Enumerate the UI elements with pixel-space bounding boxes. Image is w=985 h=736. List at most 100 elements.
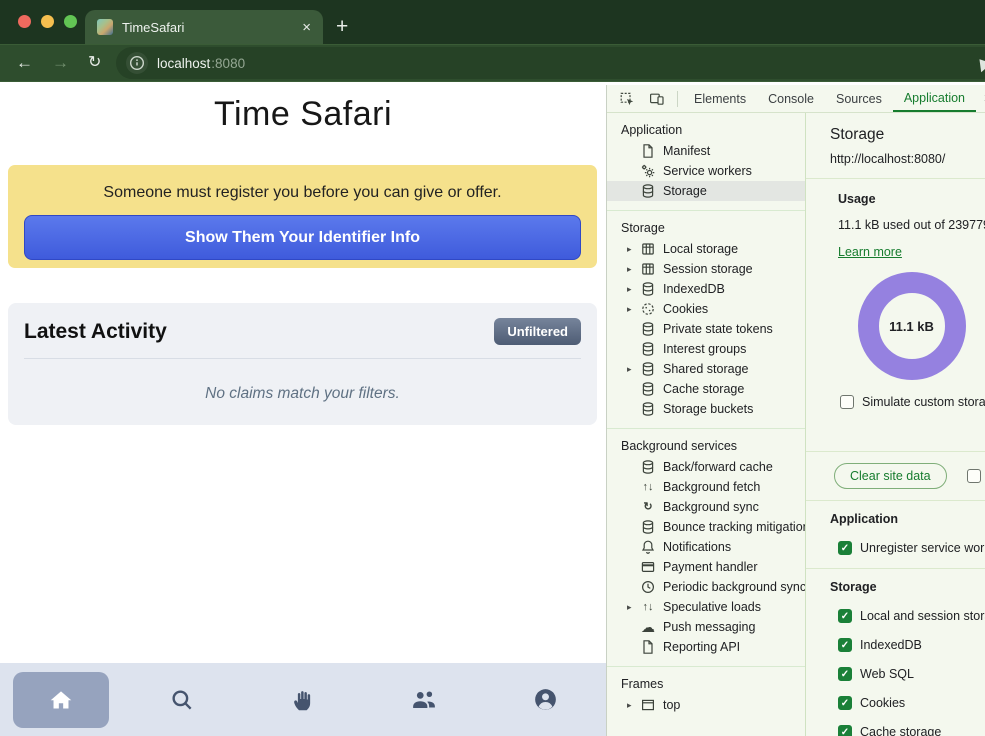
divider (677, 91, 678, 107)
expand-arrow-icon[interactable]: ▸ (627, 244, 640, 255)
tab-console[interactable]: Console (757, 85, 825, 112)
minimize-window-button[interactable] (41, 15, 54, 28)
tab-application[interactable]: Application (893, 85, 976, 112)
sidebar-item-indexeddb[interactable]: ▸ IndexedDB (607, 279, 805, 299)
database-icon (640, 459, 656, 475)
sidebar-item-payment-handler[interactable]: Payment handler (607, 557, 805, 577)
sidebar-item-background-fetch[interactable]: ↑↓ Background fetch (607, 477, 805, 497)
sidebar-section-storage: Storage ▸ Local storage ▸ Session storag… (607, 211, 805, 429)
usage-heading: Usage (838, 192, 985, 206)
sidebar-item-storage[interactable]: Storage (607, 181, 805, 201)
close-window-button[interactable] (18, 15, 31, 28)
back-icon[interactable]: ← (16, 45, 33, 81)
show-identifier-button[interactable]: Show Them Your Identifier Info (24, 215, 581, 260)
section-header: Storage (607, 218, 805, 239)
tab-sources[interactable]: Sources (825, 85, 893, 112)
nav-contacts[interactable] (364, 663, 485, 736)
bottom-navigation (0, 663, 606, 736)
new-tab-button[interactable]: + (336, 10, 348, 44)
sidebar-item-service-workers[interactable]: Service workers (607, 161, 805, 181)
database-icon (640, 183, 656, 199)
nav-projects[interactable] (242, 663, 363, 736)
usage-section: Usage 11.1 kB used out of 239779 Learn m… (806, 179, 985, 452)
sidebar-item-notifications[interactable]: Notifications (607, 537, 805, 557)
expand-arrow-icon[interactable]: ▸ (627, 700, 640, 711)
expand-arrow-icon[interactable]: ▸ (627, 602, 640, 613)
sidebar-item-reporting-api[interactable]: Reporting API (607, 637, 805, 657)
simulate-quota-checkbox[interactable] (840, 395, 854, 409)
indexeddb-checkbox[interactable]: ✓ (838, 638, 852, 652)
maximize-window-button[interactable] (64, 15, 77, 28)
registration-alert: Someone must register you before you can… (8, 165, 597, 268)
reload-icon[interactable]: ↻ (88, 45, 101, 81)
nav-home-active-pill[interactable] (13, 672, 109, 728)
unfiltered-button[interactable]: Unfiltered (494, 318, 581, 345)
gears-icon (640, 163, 656, 179)
application-heading: Application (830, 512, 985, 526)
nav-home[interactable] (0, 663, 121, 736)
divider (24, 358, 581, 359)
section-header: Application (607, 120, 805, 141)
nav-search[interactable] (121, 663, 242, 736)
websql-checkbox[interactable]: ✓ (838, 667, 852, 681)
expand-arrow-icon[interactable]: ▸ (627, 284, 640, 295)
tab-close-icon[interactable]: × (302, 19, 311, 36)
sidebar-item-top-frame[interactable]: ▸ top (607, 695, 805, 715)
inspect-element-icon[interactable] (607, 85, 642, 112)
database-icon (640, 321, 656, 337)
expand-arrow-icon[interactable]: ▸ (627, 364, 640, 375)
latest-activity-title: Latest Activity (24, 320, 167, 344)
sidebar-item-private-state-tokens[interactable]: Private state tokens (607, 319, 805, 339)
cookies-checkbox[interactable]: ✓ (838, 696, 852, 710)
sidebar-item-push-messaging[interactable]: ☁ Push messaging (607, 617, 805, 637)
sidebar-item-background-sync[interactable]: ↻ Background sync (607, 497, 805, 517)
url-host: localhost (157, 56, 210, 71)
sidebar-item-shared-storage[interactable]: ▸ Shared storage (607, 359, 805, 379)
sidebar-item-back-forward-cache[interactable]: Back/forward cache (607, 457, 805, 477)
sidebar-item-bounce-tracking-mitigation[interactable]: Bounce tracking mitigation (607, 517, 805, 537)
panel-origin: http://localhost:8080/ (830, 152, 985, 166)
including-cookies-checkbox[interactable] (967, 469, 981, 483)
sidebar-item-periodic-background-sync[interactable]: Periodic background sync (607, 577, 805, 597)
sidebar-item-manifest[interactable]: Manifest (607, 141, 805, 161)
panel-title: Storage (830, 126, 985, 144)
tab-elements[interactable]: Elements (683, 85, 757, 112)
indexeddb-row: ✓ IndexedDB (838, 638, 985, 652)
frame-icon (640, 697, 656, 713)
local-session-checkbox[interactable]: ✓ (838, 609, 852, 623)
forward-icon[interactable]: → (52, 45, 69, 81)
sidebar-item-local-storage[interactable]: ▸ Local storage (607, 239, 805, 259)
browser-tab[interactable]: TimeSafari × (85, 10, 323, 44)
unregister-row: ✓ Unregister service workers (838, 541, 985, 555)
site-info-icon[interactable] (126, 52, 148, 74)
sidebar-item-speculative-loads[interactable]: ▸ ↑↓ Speculative loads (607, 597, 805, 617)
websql-row: ✓ Web SQL (838, 667, 985, 681)
nav-profile[interactable] (485, 663, 606, 736)
device-toolbar-icon[interactable] (642, 85, 672, 112)
simulate-quota-row: Simulate custom storage quota (840, 395, 985, 409)
sidebar-item-interest-groups[interactable]: Interest groups (607, 339, 805, 359)
browser-window: TimeSafari × + ← → ↻ localhost :8080 Tim… (0, 0, 985, 736)
application-clear-section: Application ✓ Unregister service workers (806, 501, 985, 569)
expand-arrow-icon[interactable]: ▸ (627, 264, 640, 275)
sidebar-section-application: Application Manifest Service workers (607, 113, 805, 211)
sidebar-item-cache-storage[interactable]: Cache storage (607, 379, 805, 399)
expand-arrow-icon[interactable]: ▸ (627, 304, 640, 315)
sidebar-item-storage-buckets[interactable]: Storage buckets (607, 399, 805, 419)
usage-donut-chart: 11.1 kB (858, 272, 966, 380)
up-down-arrows-icon: ↑↓ (640, 479, 656, 495)
url-bar[interactable]: localhost :8080 (116, 47, 985, 79)
sidebar-item-session-storage[interactable]: ▸ Session storage (607, 259, 805, 279)
unregister-checkbox[interactable]: ✓ (838, 541, 852, 555)
devtools-panel: Elements Console Sources Application › A… (606, 85, 985, 736)
window-controls (18, 15, 77, 28)
storage-panel: Storage http://localhost:8080/ Usage 11.… (806, 113, 985, 736)
cache-storage-checkbox[interactable]: ✓ (838, 725, 852, 736)
usage-text: 11.1 kB used out of 239779 (838, 218, 985, 232)
sidebar-item-cookies[interactable]: ▸ Cookies (607, 299, 805, 319)
browser-tab-bar: TimeSafari × + (0, 0, 985, 44)
clear-site-data-button[interactable]: Clear site data (834, 463, 947, 489)
learn-more-link[interactable]: Learn more (838, 245, 902, 259)
tab-favicon (97, 19, 113, 35)
cloud-icon: ☁ (640, 619, 656, 635)
